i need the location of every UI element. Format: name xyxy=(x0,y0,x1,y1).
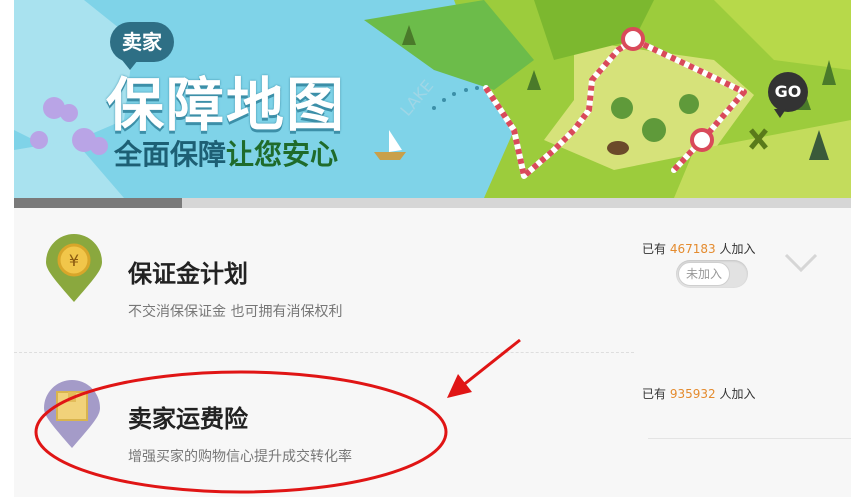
banner-title: 保障地图 xyxy=(106,71,347,139)
count-prefix: 已有 xyxy=(642,242,667,256)
seller-badge: 卖家 xyxy=(110,22,174,70)
join-toggle[interactable]: 未加入 xyxy=(676,260,748,288)
chevron-down-icon[interactable] xyxy=(784,252,818,274)
yuan-glyph: ¥ xyxy=(69,251,79,270)
go-button[interactable]: GO xyxy=(768,72,808,118)
count-prefix: 已有 xyxy=(642,387,667,401)
banner-subtitle-highlight: 让您安心 xyxy=(226,138,339,171)
progress-strip-fill xyxy=(14,198,182,208)
join-toggle-label: 未加入 xyxy=(678,262,730,286)
banner-subtitle-prefix: 全面保障 xyxy=(114,138,227,171)
count-suffix: 人加入 xyxy=(719,387,756,401)
package-icon xyxy=(44,380,100,448)
divider xyxy=(14,352,634,353)
yuan-coin-icon: ¥ xyxy=(46,234,102,302)
progress-strip xyxy=(14,198,851,208)
plan-desc-deposit: 不交消保保证金 也可拥有消保权利 xyxy=(128,304,343,320)
plan-count-shipping-insurance: 已有 935932 人加入 xyxy=(642,385,756,402)
plan-count-deposit: 已有 467183 人加入 xyxy=(642,240,756,257)
banner-subtitle: 全面保障让您安心 xyxy=(114,133,338,173)
count-number: 467183 xyxy=(669,242,716,256)
plan-title-deposit: 保证金计划 xyxy=(128,260,248,288)
hero-banner: LAKE 卖家 保障地图 全面保障让您安心 GO xyxy=(14,0,851,198)
count-suffix: 人加入 xyxy=(719,242,756,256)
plan-title-shipping-insurance: 卖家运费险 xyxy=(128,405,248,433)
plan-desc-shipping-insurance: 增强买家的购物信心提升成交转化率 xyxy=(128,449,352,465)
count-number: 935932 xyxy=(669,387,716,401)
divider xyxy=(648,438,851,439)
